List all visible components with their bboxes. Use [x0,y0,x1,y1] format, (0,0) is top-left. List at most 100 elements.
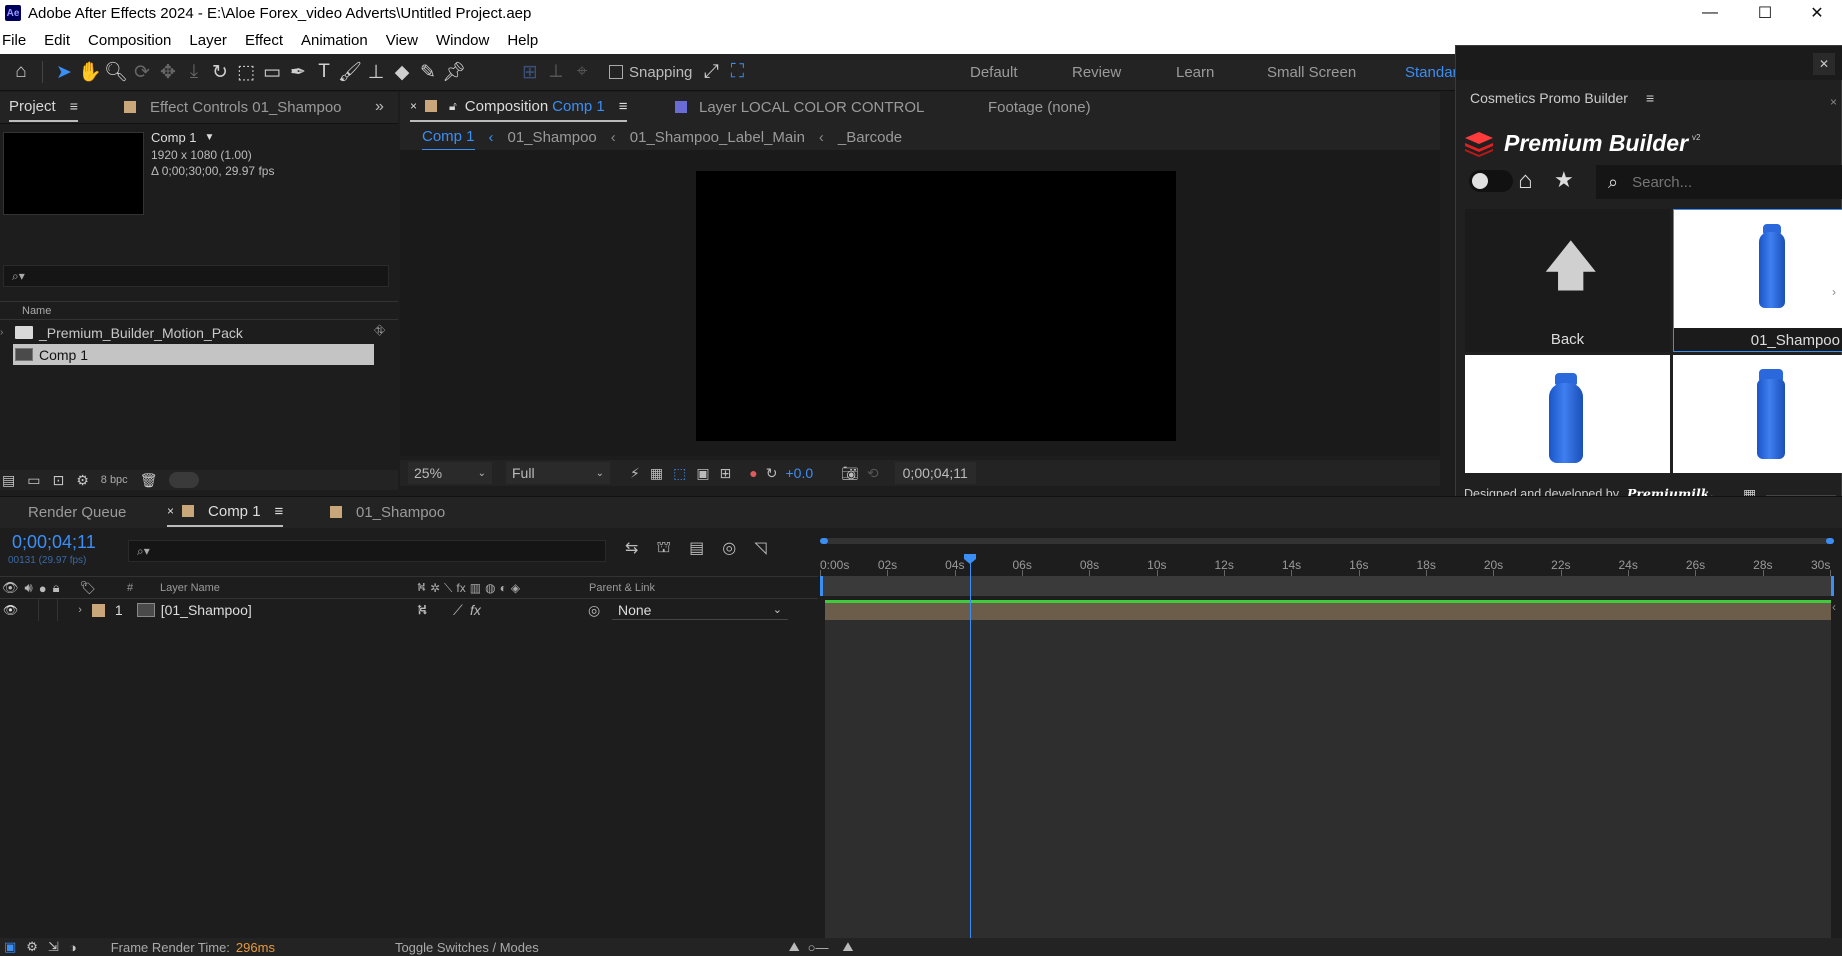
breadcrumb-barcode[interactable]: _Barcode [838,129,902,146]
region-of-interest-icon[interactable]: ▣ [696,465,709,482]
close-tab-icon[interactable]: × [410,99,417,113]
project-settings-icon[interactable]: ⚙︎ [76,472,89,489]
interpret-footage-icon[interactable]: ▤ [2,472,15,489]
column-parent-link[interactable]: Parent & Link [589,582,655,594]
zoom-tool-icon[interactable]: 🔍︎ [103,59,129,85]
graph-editor-icon[interactable]: ◹ [754,538,766,558]
view-axis-icon[interactable]: ⌖ [569,59,595,85]
layer-label-swatch[interactable] [91,603,105,617]
status-cc-icon[interactable]: ◑ [69,940,77,955]
draft-3d-icon[interactable]: ⛫ [656,538,671,558]
pickwhip-icon[interactable]: ◎ [588,602,600,619]
shy-icon[interactable]: ⛕ [417,580,426,596]
snapping-checkbox[interactable] [609,65,623,79]
maximize-icon[interactable]: ☐ [1740,0,1790,26]
dolly-camera-icon[interactable]: ⤓ [181,59,207,85]
motion-blur-icon[interactable]: ◎ [722,538,736,558]
viewer-timecode[interactable]: 0;00;04;11 [894,462,976,484]
breadcrumb-shampoo[interactable]: 01_Shampoo [508,129,597,146]
panel-menu-icon[interactable]: ≡ [619,98,628,115]
resolution-select[interactable]: Full ⌄ [506,462,610,484]
expand-panels-icon[interactable]: » [375,98,384,116]
3d-layer-icon[interactable]: ◈ [511,581,520,595]
panel-menu-icon[interactable]: ≡ [275,503,284,520]
type-tool-icon[interactable]: T [311,59,337,85]
tab-footage[interactable]: Footage (none) [988,92,1091,122]
rectangle-tool-icon[interactable]: ▭ [259,59,285,85]
puppet-tool-icon[interactable]: 📌︎ [441,59,467,85]
orbit-camera-icon[interactable]: ⟳ [129,59,155,85]
project-item-folder[interactable]: › _Premium_Builder_Motion_Pack [0,322,374,343]
breadcrumb-label-main[interactable]: 01_Shampoo_Label_Main [630,129,805,146]
tab-render-queue[interactable]: Render Queue [28,497,126,527]
grid-guides-icon[interactable]: ⊞ [720,465,732,482]
new-comp-icon[interactable]: ⊡ [52,472,64,489]
timeline-empty-area[interactable] [825,620,1831,938]
mask-visibility-icon[interactable]: ⬚ [673,465,686,482]
show-snapshot-icon[interactable]: ⟲ [867,465,879,482]
align-icon[interactable]: ⊞ [517,59,543,85]
quality-switch-icon[interactable]: ⟋ [453,602,463,619]
plugin-search-field[interactable] [1632,173,1813,191]
work-area-range[interactable] [820,576,1834,596]
minimize-icon[interactable]: — [1685,0,1735,26]
chevron-right-icon[interactable]: › [0,327,12,338]
tile-back[interactable]: 🡅 Back [1465,209,1670,352]
snap-features-icon[interactable]: ⛶ [724,59,750,85]
axis-icon[interactable]: ⟂ [543,59,569,85]
frame-blend-icon[interactable]: ▥ [470,581,481,595]
close-icon[interactable]: ✕ [1813,53,1835,75]
comp-info-name[interactable]: Comp 1 ▼ [151,130,214,145]
timeline-timecode[interactable]: 0;00;04;11 [12,532,96,553]
pen-tool-icon[interactable]: ✒ [285,59,311,85]
plugin-toggle[interactable] [1469,170,1513,192]
snapping-toggle[interactable]: Snapping [609,64,692,81]
pan-behind-tool-icon[interactable]: ⬚ [233,59,259,85]
status-toggle-icon[interactable]: ⚙︎ [26,939,38,955]
menu-file[interactable]: File [2,32,26,49]
frame-blending-icon[interactable]: ▤ [689,538,704,558]
side-chevron-icon[interactable]: › [1832,285,1836,299]
menu-help[interactable]: Help [507,32,538,49]
delete-icon[interactable]: 🗑︎ [140,472,158,489]
flowchart-icon[interactable]: ⛗ [374,322,385,339]
motion-blur-switch-icon[interactable]: ◍ [485,581,495,595]
breadcrumb-comp-1[interactable]: Comp 1 [422,124,475,150]
work-area-bar[interactable] [820,538,1834,544]
collapse-icon[interactable]: ✲ [430,581,440,595]
channel-icon[interactable]: ● [749,465,757,481]
tab-effect-controls[interactable]: Effect Controls 01_Shampoo [124,92,342,122]
clone-stamp-icon[interactable]: ⊥ [363,59,389,85]
layer-duration-bar[interactable] [825,600,1831,620]
status-render-icon[interactable]: ▣ [4,939,16,955]
plugin-home-icon[interactable]: ⌂ [1518,167,1533,195]
expand-chevron-icon[interactable]: › [78,604,82,616]
zoom-in-icon[interactable]: ⛰ [843,939,854,955]
side-arrow-icon[interactable]: × [1830,95,1837,109]
exposure-value[interactable]: +0.0 [785,465,813,481]
video-visibility-icon[interactable]: 👁︎ [2,580,19,596]
menu-edit[interactable]: Edit [44,32,70,49]
tab-timeline-shampoo[interactable]: 01_Shampoo [330,497,445,527]
roto-brush-icon[interactable]: ✎ [415,59,441,85]
solo-icon[interactable]: ● [39,581,47,596]
tile-mockup-bottle[interactable] [1465,355,1670,473]
menu-effect[interactable]: Effect [245,32,283,49]
comp-flowchart-icon[interactable]: ⇆ [625,538,638,558]
home-icon[interactable]: ⌂ [8,59,34,85]
tile-shampoo[interactable]: 01_Shampoo [1673,209,1842,352]
lock-icon[interactable]: 🔓︎ [449,99,457,114]
parent-select[interactable]: None ⌄ [612,600,788,620]
menu-window[interactable]: Window [436,32,489,49]
work-area-end[interactable] [1826,538,1834,544]
tab-composition[interactable]: × 🔓︎ Composition Comp 1 ≡ [410,92,628,122]
workspace-review[interactable]: Review [1072,54,1121,91]
favorites-star-icon[interactable]: ★ [1554,167,1574,193]
quality-icon[interactable]: ⟍ [444,581,452,596]
adjustment-icon[interactable]: ◐ [500,581,507,595]
toggle-switches-modes[interactable]: Toggle Switches / Modes [395,940,539,955]
panel-menu-icon[interactable]: ≡ [1646,90,1654,106]
project-item-comp[interactable]: Comp 1 [13,344,374,365]
zoom-out-icon[interactable]: ⛰ [789,939,800,955]
plugin-search-input[interactable]: ⌕ [1596,165,1842,199]
